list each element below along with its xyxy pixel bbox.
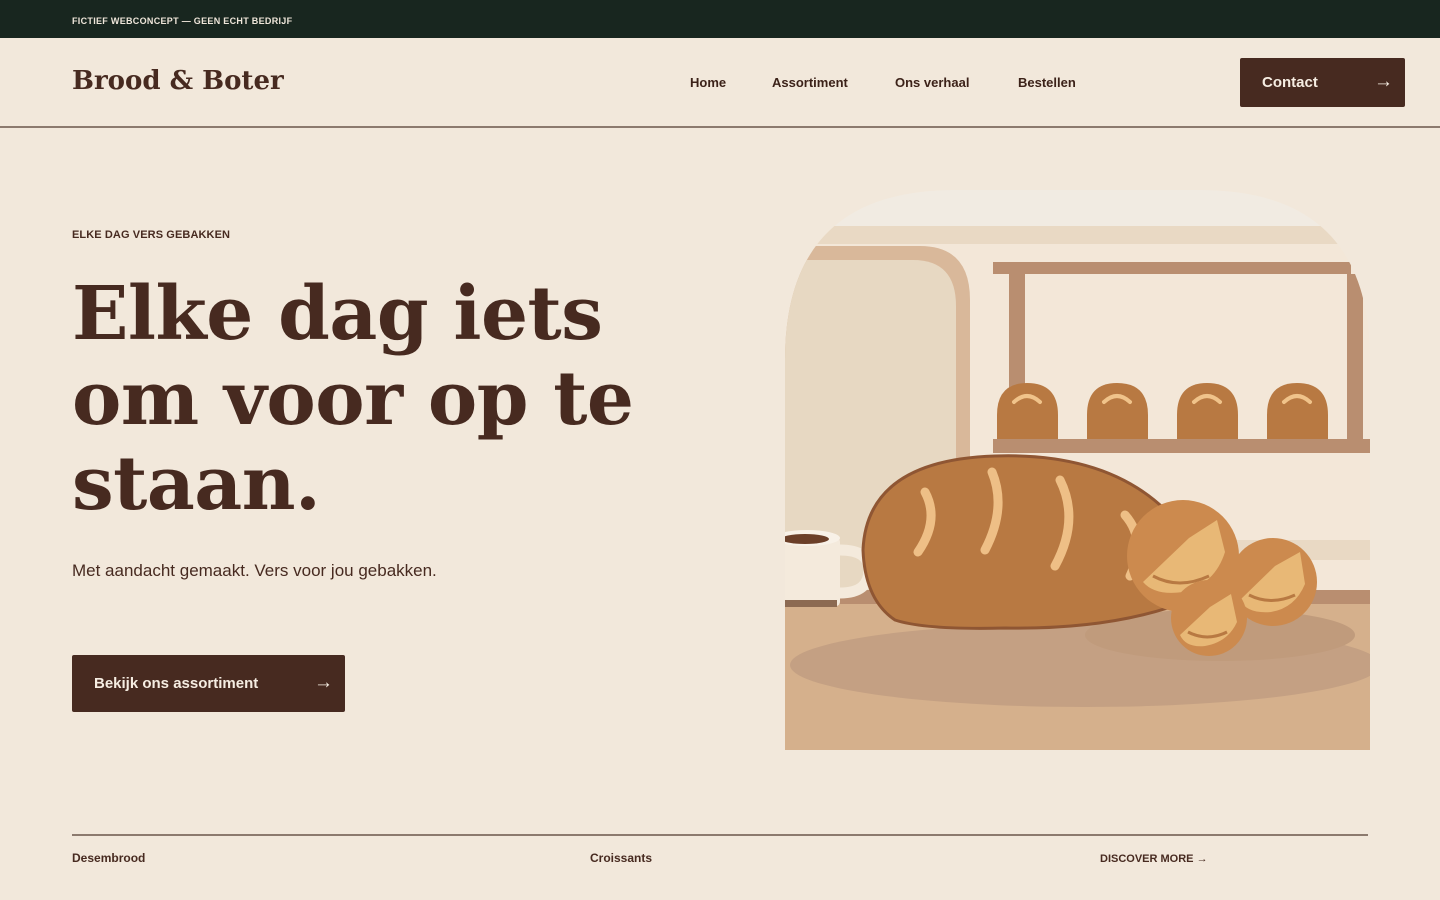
nav-ons-verhaal[interactable]: Ons verhaal [895, 75, 969, 91]
headline-line: om voor op te [72, 356, 634, 442]
site-header: Brood & Boter Home Assortiment Ons verha… [0, 38, 1440, 128]
bakery-illustration [785, 190, 1370, 750]
headline-line: staan. [72, 441, 321, 527]
contact-button[interactable]: Contact → [1240, 58, 1405, 107]
contact-button-label: Contact [1262, 74, 1318, 91]
assortiment-button-label: Bekijk ons assortiment [94, 675, 259, 692]
headline-line: Elke dag iets [72, 271, 603, 357]
hero-headline: Elke dag iets om voor op te staan. [72, 272, 712, 527]
hero-eyebrow: ELKE DAG VERS GEBAKKEN [72, 229, 231, 241]
bread-bun-icon [997, 383, 1058, 439]
category-croissants[interactable]: Croissants [590, 851, 652, 865]
bread-bun-icon [1177, 383, 1238, 439]
notice-text: FICTIEF WEBCONCEPT — GEEN ECHT BEDRIJF [72, 16, 293, 26]
croissant-icon [1171, 580, 1247, 656]
nav-assortiment[interactable]: Assortiment [772, 75, 848, 91]
hero-subtext: Met aandacht gemaakt. Vers voor jou geba… [72, 561, 437, 580]
arrow-right-icon: → [1374, 71, 1393, 92]
nav-home[interactable]: Home [690, 75, 726, 91]
nav-bestellen[interactable]: Bestellen [1018, 75, 1076, 91]
discover-more-link[interactable]: DISCOVER MORE → [1100, 852, 1208, 866]
bread-bun-icon [1267, 383, 1328, 439]
brand-logo[interactable]: Brood & Boter [72, 64, 284, 98]
assortiment-button[interactable]: Bekijk ons assortiment → [72, 655, 345, 712]
bread-bun-icon [1087, 383, 1148, 439]
category-desembrood[interactable]: Desembrood [72, 851, 145, 865]
divider [72, 834, 1368, 836]
top-notice-bar: FICTIEF WEBCONCEPT — GEEN ECHT BEDRIJF [0, 0, 1440, 38]
arrow-right-icon: → [314, 672, 333, 693]
